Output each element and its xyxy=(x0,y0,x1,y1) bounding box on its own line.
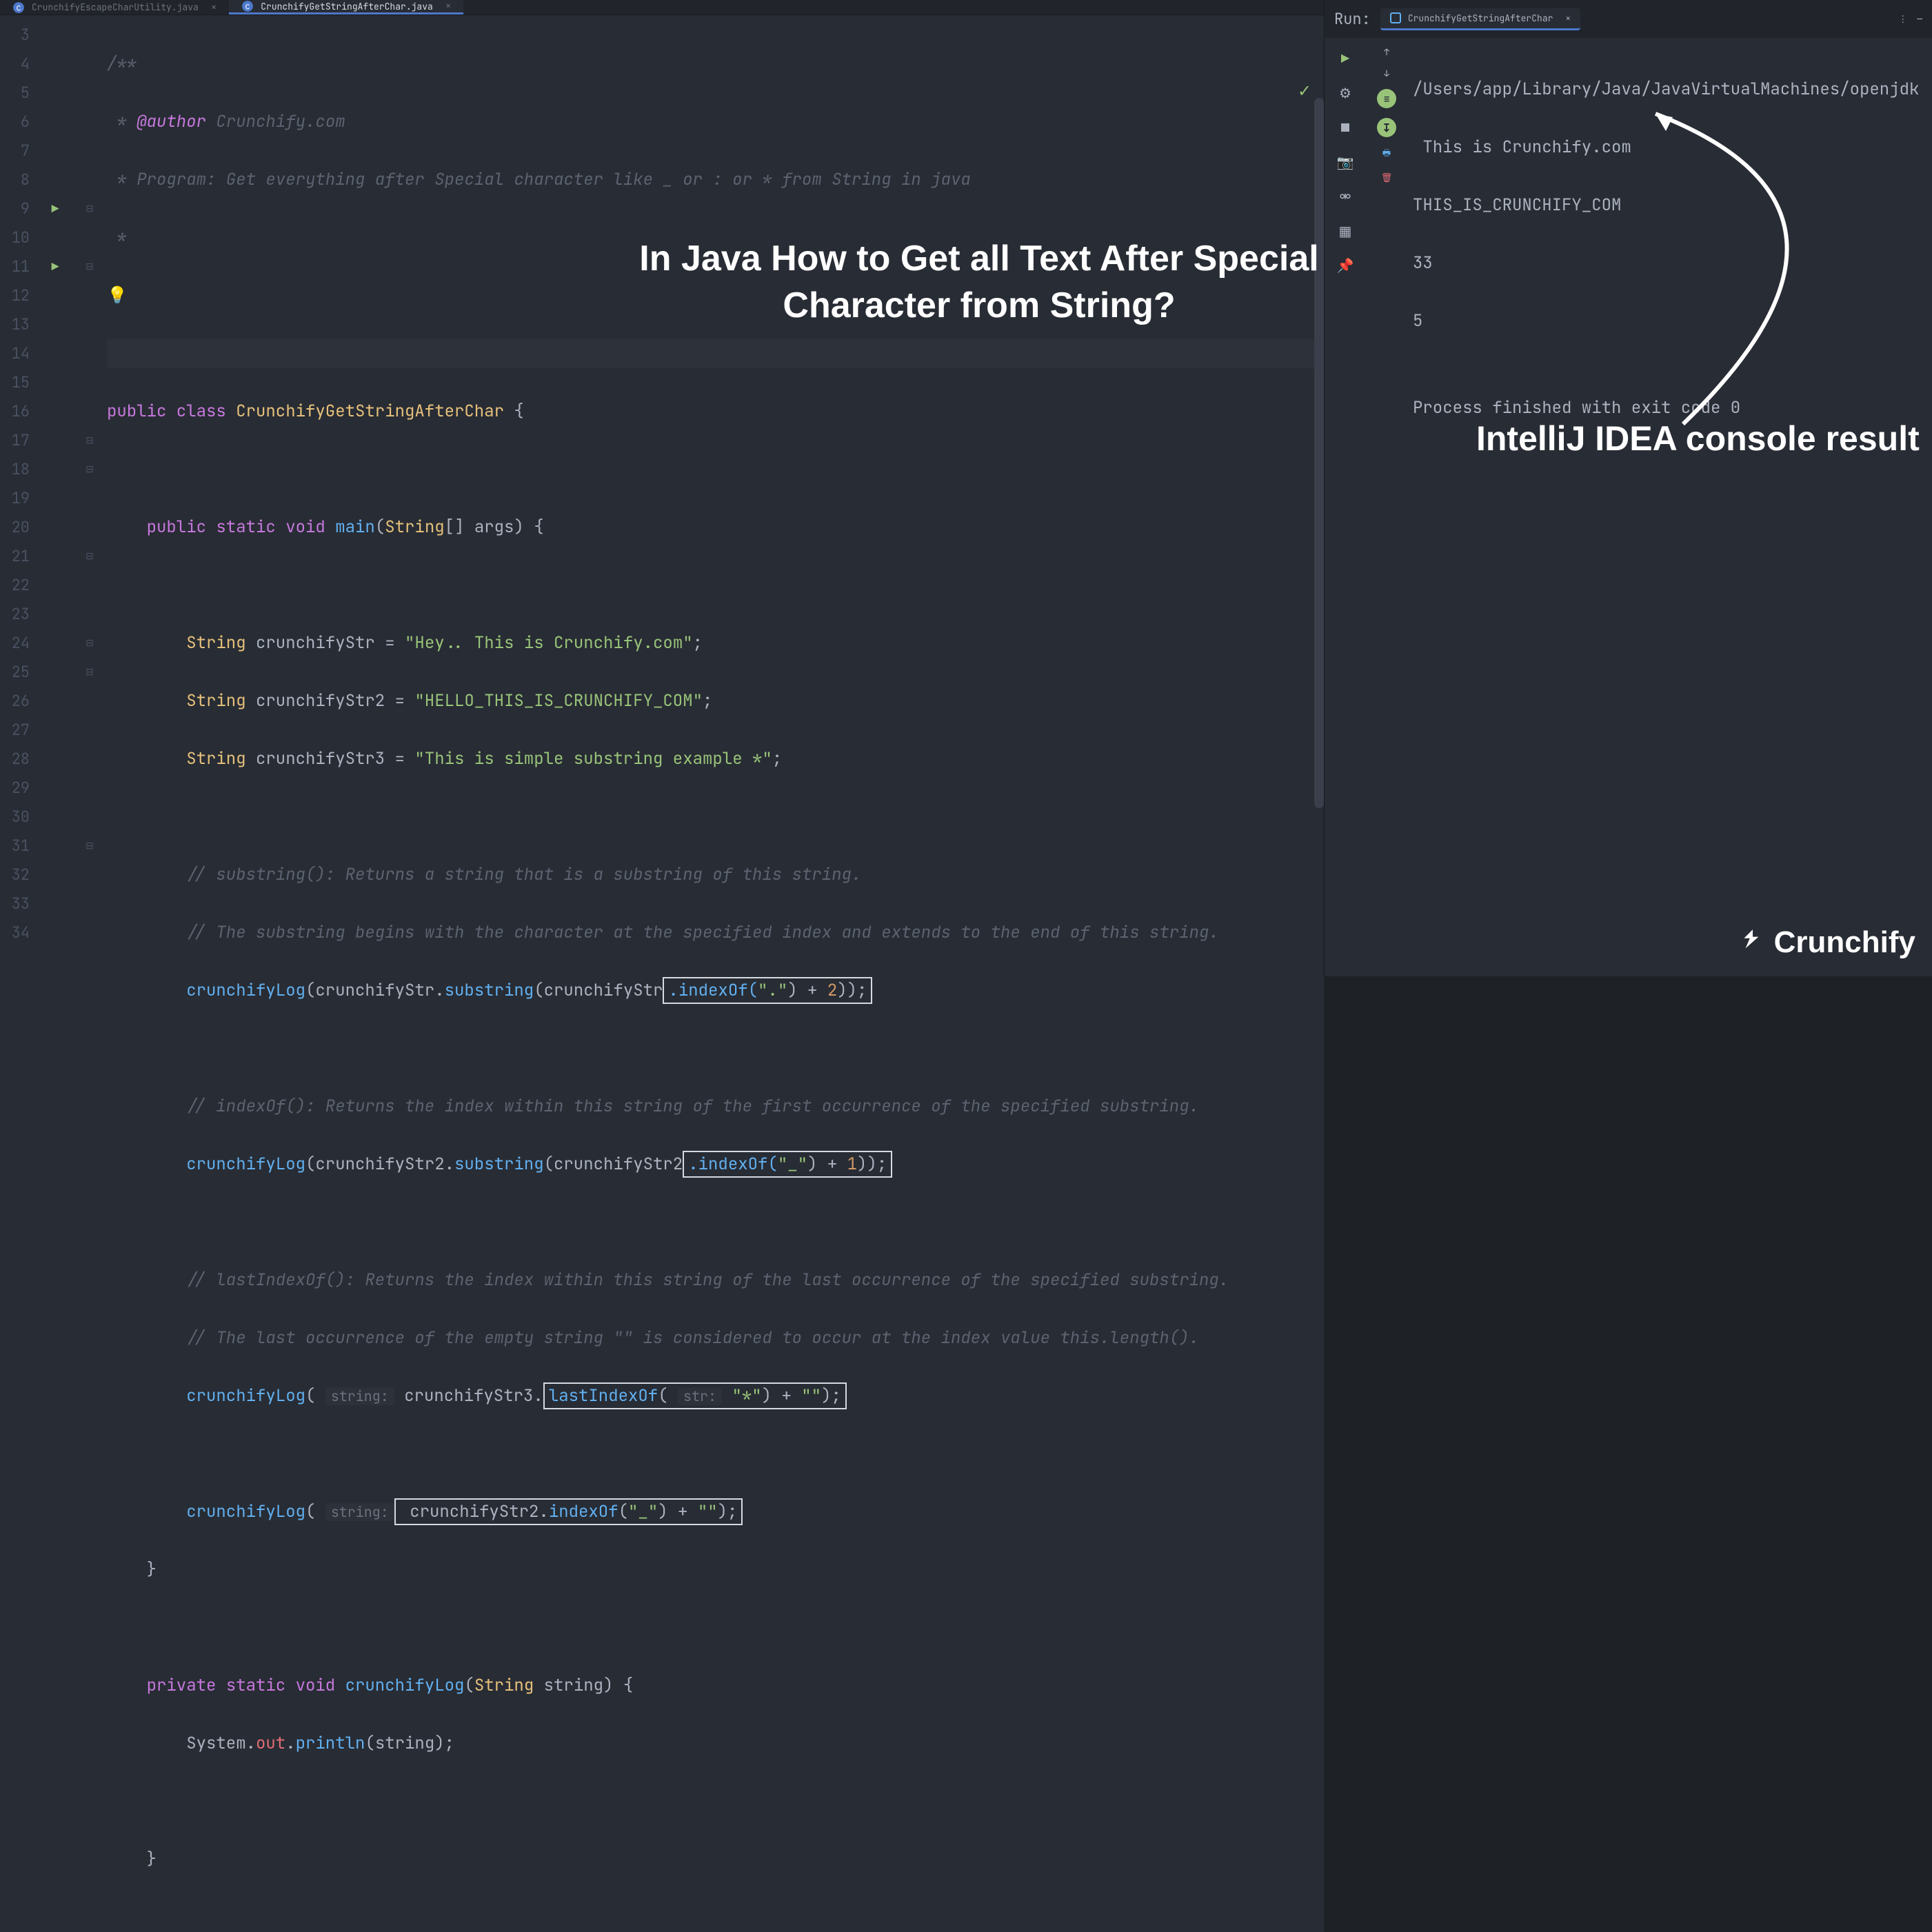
run-line-icon[interactable]: ▶ xyxy=(52,201,59,217)
svg-text:C: C xyxy=(245,4,250,12)
fold-icon[interactable]: ⊟ xyxy=(85,666,94,678)
close-icon[interactable]: × xyxy=(445,0,451,12)
tab-label: CrunchifyGetStringAfterChar.java xyxy=(261,1,433,12)
run-toolbar-left: ▶ ⚙ ■ 📷 ⚮ ▦ 📌 xyxy=(1325,38,1366,976)
scrollbar[interactable] xyxy=(1314,98,1324,808)
application-icon xyxy=(1390,12,1401,23)
tab-label: CrunchifyEscapeCharUtility.java xyxy=(32,1,199,13)
run-panel: Run: CrunchifyGetStringAfterChar × ⋮ — ▶… xyxy=(1324,0,1932,976)
close-icon[interactable]: × xyxy=(1565,12,1571,24)
inlay-hint: string: xyxy=(325,1387,394,1405)
attach-icon[interactable]: ⚮ xyxy=(1333,184,1358,209)
dump-icon[interactable]: 📷 xyxy=(1333,150,1358,174)
annotation-label: IntelliJ IDEA console result xyxy=(1476,424,1920,453)
run-header: Run: CrunchifyGetStringAfterChar × ⋮ — xyxy=(1325,0,1932,38)
crunchify-logo: Crunchify xyxy=(1738,925,1915,960)
line-number-gutter: 345678 91011121314 151617181920 21222324… xyxy=(0,15,38,1932)
comment: // substring(): Returns a string that is… xyxy=(107,864,861,885)
tab-crunchify-get-string[interactable]: C CrunchifyGetStringAfterChar.java × xyxy=(229,0,463,14)
delete-icon[interactable]: 🗑 xyxy=(1381,172,1393,183)
more-icon[interactable]: ⋮ xyxy=(1898,13,1907,25)
settings-icon[interactable]: ⚙ xyxy=(1333,81,1358,105)
stop-button[interactable]: ■ xyxy=(1333,115,1358,140)
comment: // lastIndexOf(): Returns the index with… xyxy=(107,1269,1229,1291)
pin-icon[interactable]: 📌 xyxy=(1333,253,1358,278)
inlay-hint: string: xyxy=(325,1503,394,1521)
doc-comment: * Program: Get everything after Special … xyxy=(107,169,971,190)
editor-panel: C CrunchifyEscapeCharUtility.java × C Cr… xyxy=(0,0,1324,976)
console-line: /Users/app/Library/Java/JavaVirtualMachi… xyxy=(1413,75,1926,104)
print-icon[interactable]: 🖶 xyxy=(1382,147,1391,162)
down-icon[interactable]: ↓ xyxy=(1384,68,1389,79)
close-icon[interactable]: × xyxy=(211,1,217,14)
fold-icon[interactable]: ⊟ xyxy=(85,261,94,273)
svg-text:C: C xyxy=(17,5,21,13)
comment: // The substring begins with the charact… xyxy=(107,922,1219,943)
fold-icon[interactable]: ⊟ xyxy=(85,637,94,650)
bulb-icon[interactable]: 💡 xyxy=(107,285,128,306)
console-output[interactable]: /Users/app/Library/Java/JavaVirtualMachi… xyxy=(1407,38,1932,976)
logo-icon xyxy=(1738,928,1767,957)
inlay-hint: str: xyxy=(678,1387,722,1405)
fold-icon[interactable]: ⊟ xyxy=(85,550,94,563)
logo-text: Crunchify xyxy=(1774,925,1915,960)
overlay-title: In Java How to Get all Text After Specia… xyxy=(634,236,1324,329)
rerun-button[interactable]: ▶ xyxy=(1333,46,1358,71)
annotation-arrow xyxy=(1642,107,1918,438)
editor-tabs: C CrunchifyEscapeCharUtility.java × C Cr… xyxy=(0,0,1324,15)
fold-markers: ⊟ ⊟ ⊟ ⊟ ⊟ ⊟ ⊟ ⊟ xyxy=(72,15,107,1932)
run-config-name: CrunchifyGetStringAfterChar xyxy=(1408,12,1553,24)
doc-comment: /** xyxy=(107,53,137,74)
run-toolbar-right: ↑ ↓ ≡ ↧ 🖶 🗑 xyxy=(1366,38,1407,976)
fold-gutter: ▶ ▶ xyxy=(38,15,72,1932)
run-label: Run: xyxy=(1334,9,1371,29)
run-line-icon[interactable]: ▶ xyxy=(52,259,59,275)
run-body: ▶ ⚙ ■ 📷 ⚮ ▦ 📌 ↑ ↓ ≡ ↧ 🖶 🗑 /Users/app/Lib… xyxy=(1325,38,1932,976)
fold-icon[interactable]: ⊟ xyxy=(85,434,94,447)
up-icon[interactable]: ↑ xyxy=(1384,46,1389,58)
java-class-icon: C xyxy=(241,0,254,12)
comment: // indexOf(): Returns the index within t… xyxy=(107,1096,1199,1117)
fold-icon[interactable]: ⊟ xyxy=(85,840,94,852)
fold-icon[interactable]: ⊟ xyxy=(85,463,94,476)
java-class-icon: C xyxy=(12,1,25,14)
scroll-icon[interactable]: ↧ xyxy=(1377,118,1396,137)
current-line xyxy=(107,339,1324,368)
tab-crunchify-escape[interactable]: C CrunchifyEscapeCharUtility.java × xyxy=(0,0,229,14)
wrap-icon[interactable]: ≡ xyxy=(1377,89,1396,108)
layout-icon[interactable]: ▦ xyxy=(1333,219,1358,243)
comment: // The last occurrence of the empty stri… xyxy=(107,1327,1199,1349)
fold-icon[interactable]: ⊟ xyxy=(85,203,94,215)
minimize-icon[interactable]: — xyxy=(1917,13,1922,25)
editor-body[interactable]: ✓ 345678 91011121314 151617181920 212223… xyxy=(0,15,1324,1932)
run-config-tab[interactable]: CrunchifyGetStringAfterChar × xyxy=(1380,8,1580,30)
